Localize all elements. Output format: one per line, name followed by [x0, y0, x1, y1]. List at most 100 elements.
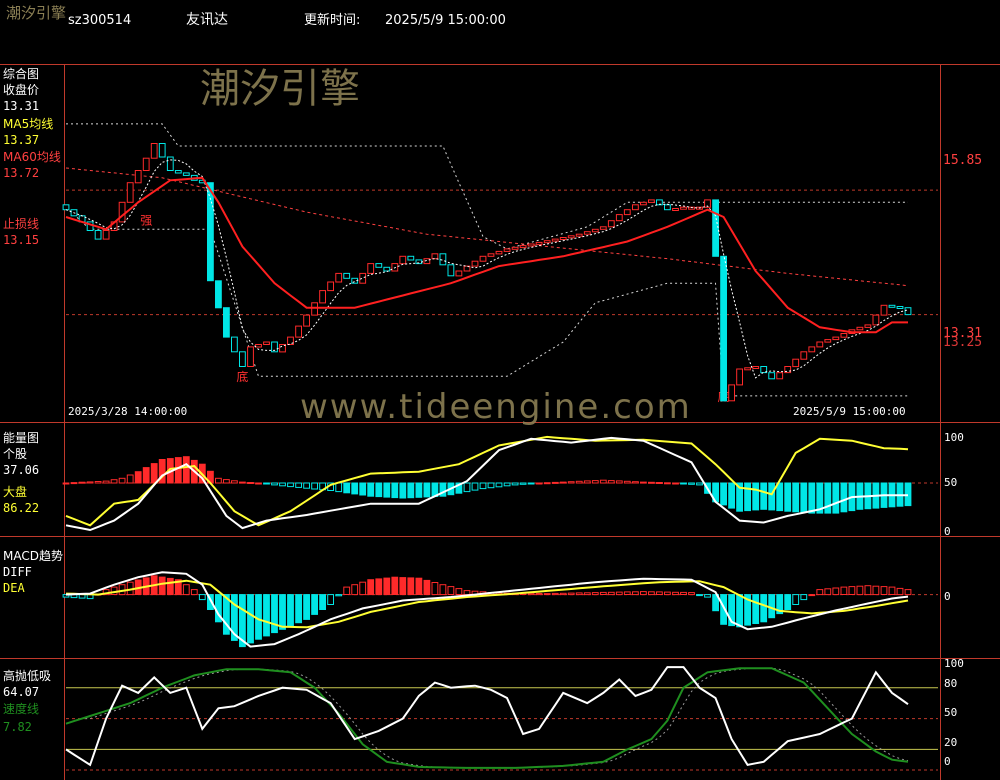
- energy-bar: [720, 482, 728, 506]
- energy-bar: [479, 482, 487, 490]
- energy-bar: [575, 480, 583, 484]
- price-candle: [303, 314, 311, 327]
- energy-bar: [375, 482, 383, 498]
- price-candle: [471, 260, 479, 267]
- ma60-line: [65, 167, 909, 287]
- plot-layer: [62, 123, 938, 771]
- energy-bar: [824, 482, 832, 514]
- energy-tick-50: 50: [944, 476, 957, 489]
- energy-bar: [62, 482, 70, 485]
- macd-bar: [543, 593, 551, 596]
- price-candle: [904, 307, 912, 316]
- price-candle: [872, 314, 880, 326]
- right-label-stop: 13.25: [943, 335, 982, 350]
- price-candle: [664, 204, 671, 211]
- price-candle: [567, 235, 575, 239]
- energy-bar: [832, 482, 840, 514]
- energy-bar: [527, 482, 535, 485]
- legend-ma60-value: 13.72: [3, 166, 39, 180]
- energy-bar: [640, 481, 647, 484]
- legend-diff-label: DIFF: [3, 565, 32, 579]
- energy-bar: [359, 482, 367, 496]
- macd-bar: [760, 594, 768, 623]
- energy-bar: [591, 480, 599, 484]
- energy-bar: [632, 481, 639, 484]
- energy-bar: [840, 482, 848, 513]
- energy-bar: [808, 482, 816, 514]
- price-candle: [407, 255, 415, 261]
- macd-bar: [664, 591, 671, 596]
- price-candle: [896, 306, 904, 309]
- price-candle: [134, 170, 142, 184]
- price-candle: [327, 281, 335, 292]
- stock-chart[interactable]: 潮汐引擎 sz300514 友讯达 更新时间: 2025/5/9 15:00:0…: [0, 0, 1000, 780]
- macd-bar: [832, 587, 840, 596]
- price-candle: [527, 243, 535, 247]
- energy-bar: [511, 482, 519, 486]
- energy-bar: [279, 482, 286, 487]
- energy-bar: [415, 482, 423, 498]
- macd-bar: [607, 591, 615, 596]
- energy-bar: [495, 482, 503, 488]
- price-candle: [431, 253, 439, 260]
- macd-bar: [447, 586, 455, 595]
- price-candle: [174, 170, 182, 174]
- legend-speed-value: 7.82: [3, 720, 32, 734]
- price-candle: [808, 346, 816, 353]
- energy-bar: [623, 480, 631, 484]
- legend-speed-label: 速度线: [3, 701, 39, 716]
- macd-bar: [591, 592, 599, 596]
- ma5-line: [65, 159, 909, 379]
- macd-tick-0: 0: [944, 590, 951, 603]
- price-candle: [158, 143, 166, 158]
- macd-panel-title: MACD趋势: [3, 549, 63, 563]
- macd-bar: [279, 594, 286, 630]
- osc-tick-100: 100: [944, 657, 964, 670]
- price-candle: [880, 304, 888, 316]
- macd-bar: [423, 579, 431, 596]
- macd-bar: [295, 594, 303, 624]
- price-candle: [640, 201, 647, 206]
- energy-tick-0: 0: [944, 525, 951, 538]
- price-candle: [591, 228, 599, 233]
- energy-bar: [551, 481, 559, 484]
- legend-close-label: 收盘价: [3, 82, 39, 97]
- macd-bar: [407, 577, 415, 596]
- macd-bar: [439, 584, 447, 596]
- price-candle: [62, 204, 70, 211]
- macd-bar: [343, 586, 351, 595]
- price-candle: [856, 326, 864, 331]
- energy-bar: [696, 482, 703, 486]
- legend-market-value: 86.22: [3, 501, 39, 515]
- energy-bar: [599, 479, 607, 484]
- start-time-label: 2025/3/28 14:00:00: [68, 405, 187, 418]
- energy-bar: [118, 477, 126, 484]
- osc-panel-title: 高抛低吸: [3, 668, 51, 683]
- energy-bar: [247, 482, 254, 484]
- macd-bar: [287, 594, 294, 627]
- legend-dea-label: DEA: [3, 581, 25, 595]
- macd-bar: [599, 591, 607, 596]
- update-label: 更新时间:: [304, 12, 360, 28]
- energy-bar: [86, 481, 94, 484]
- macd-bar: [656, 591, 663, 596]
- macd-bar: [551, 592, 559, 596]
- price-candle: [672, 208, 679, 211]
- macd-bar: [263, 594, 270, 637]
- macd-bar: [415, 577, 423, 596]
- right-label-resistance: 15.85: [943, 153, 982, 168]
- macd-bar: [391, 576, 399, 596]
- price-candle: [495, 250, 503, 255]
- price-candle: [648, 199, 655, 203]
- energy-panel-title: 能量图: [3, 431, 39, 445]
- energy-bar: [287, 482, 294, 488]
- price-candle: [623, 209, 631, 216]
- macd-bar: [359, 581, 367, 596]
- macd-bar: [696, 594, 703, 597]
- energy-bar: [672, 482, 679, 485]
- macd-bar: [615, 591, 623, 596]
- watermark-brand: 潮汐引擎: [200, 66, 360, 112]
- price-candle: [712, 199, 720, 257]
- macd-bar: [808, 594, 816, 597]
- price-candle: [519, 245, 527, 249]
